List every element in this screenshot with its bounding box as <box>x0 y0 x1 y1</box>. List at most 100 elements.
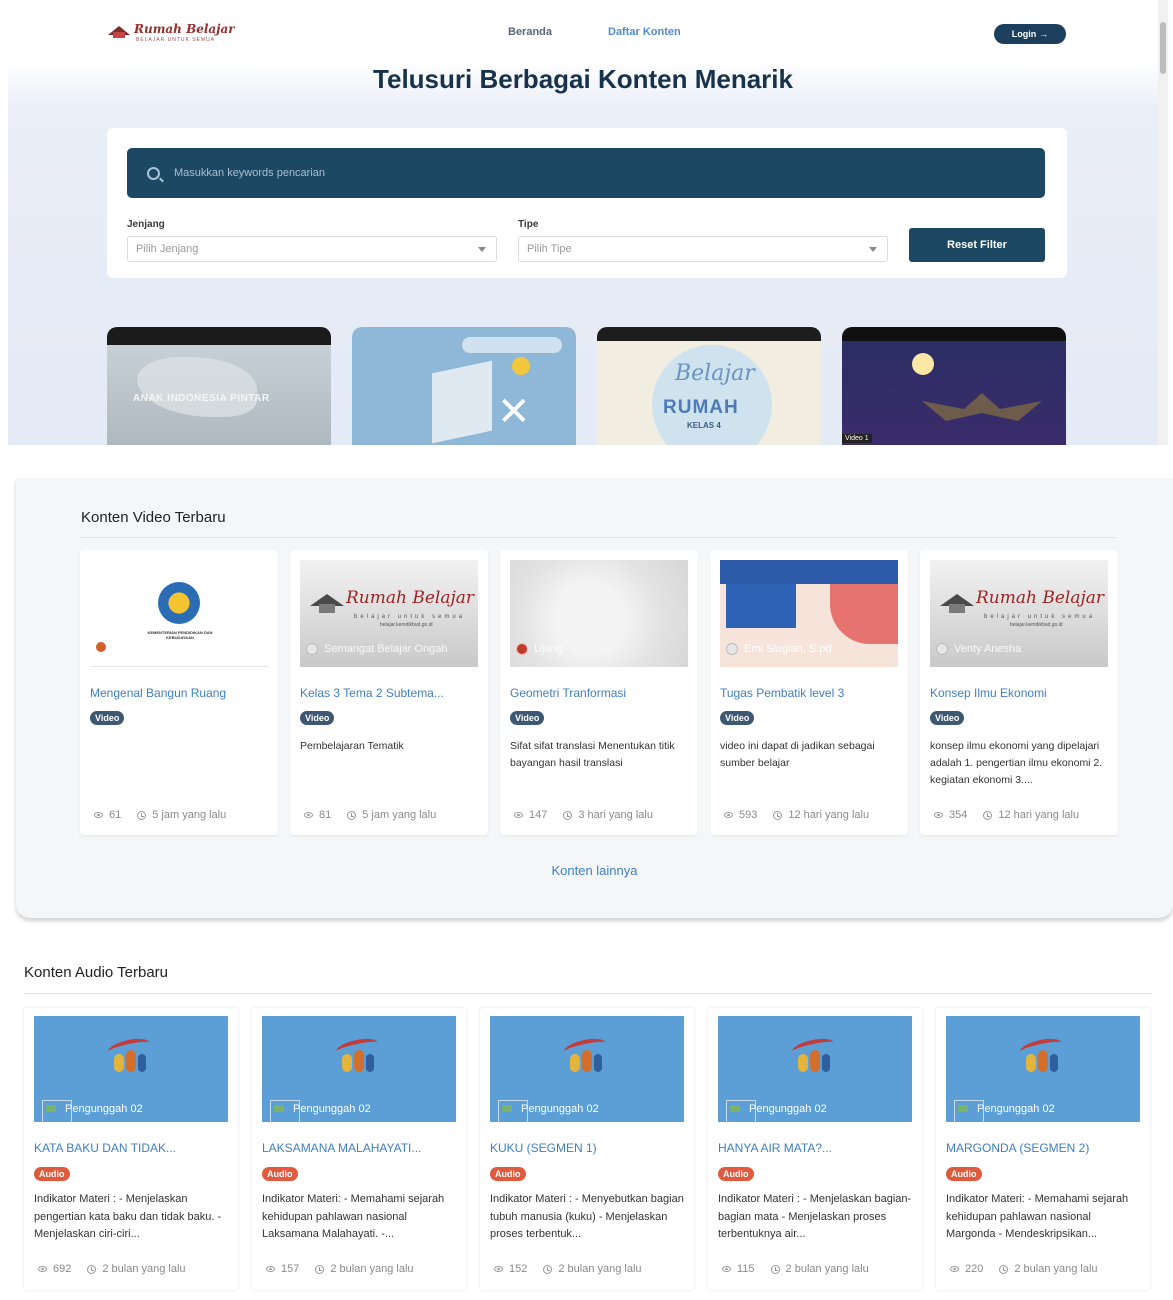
scrollbar[interactable] <box>1158 0 1168 445</box>
clock-icon <box>87 1264 97 1274</box>
tipe-select-value: Pilih Tipe <box>527 243 572 255</box>
login-button[interactable]: Login → <box>994 24 1066 44</box>
audio-meta: 115 2 bulan yang lalu <box>722 1263 869 1275</box>
audio-title[interactable]: LAKSAMANA MALAHAYATI... <box>262 1141 456 1155</box>
video-title[interactable]: Kelas 3 Tema 2 Subtema... <box>300 686 478 700</box>
tipe-label: Tipe <box>518 219 539 230</box>
video-title[interactable]: Konsep Ilmu Ekonomi <box>930 686 1108 700</box>
video-card[interactable]: Emi Siagian, S.pd Tugas Pembatik level 3… <box>710 550 908 835</box>
search-bar[interactable] <box>127 148 1045 198</box>
video-meta: 147 3 hari yang lalu <box>514 809 653 821</box>
page-title: Telusuri Berbagai Konten Menarik <box>373 64 793 94</box>
audio-card[interactable]: Pengunggah 02 KUKU (SEGMEN 1) Audio Indi… <box>480 1008 694 1290</box>
video-card[interactable]: KEMENTERIAN PENDIDIKAN DAN KEBUDAYAAN Me… <box>80 550 278 835</box>
eye-icon <box>724 812 733 818</box>
clock-icon <box>770 1264 780 1274</box>
audio-section-title: Konten Audio Terbaru <box>24 964 169 981</box>
featured-thumbnail-3[interactable]: Belajar RUMAH KELAS 4 <box>597 327 821 445</box>
clock-icon <box>563 810 573 820</box>
audio-thumbnail: Pengunggah 02 <box>718 1016 912 1122</box>
search-input[interactable] <box>174 167 974 179</box>
uploader: Venty Anesha <box>936 643 1021 655</box>
clock-icon <box>347 810 357 820</box>
jenjang-select-value: Pilih Jenjang <box>136 243 199 255</box>
video-description: Pembelajaran Tematik <box>300 740 404 752</box>
tipe-select[interactable]: Pilih Tipe <box>518 236 888 262</box>
scrollbar-thumb[interactable] <box>1160 22 1166 74</box>
browser-viewport: Rumah Belajar BELAJAR UNTUK SEMUA Berand… <box>8 0 1168 445</box>
eye-icon <box>514 812 523 818</box>
house-logo-icon <box>940 592 974 614</box>
divider <box>81 537 1116 538</box>
video-title[interactable]: Geometri Tranformasi <box>510 686 688 700</box>
audio-card[interactable]: Pengunggah 02 HANYA AIR MATA?... Audio I… <box>708 1008 922 1290</box>
timestamp: 3 hari yang lalu <box>578 809 653 821</box>
type-badge: Audio <box>262 1167 298 1181</box>
audio-card[interactable]: Pengunggah 02 LAKSAMANA MALAHAYATI... Au… <box>252 1008 466 1290</box>
featured-thumbnail-2[interactable]: ✕ <box>352 327 576 445</box>
rumah-belajar-logo: Rumah Belajar belajar untuk semua belaja… <box>940 588 1104 628</box>
type-badge: Audio <box>490 1167 526 1181</box>
featured-thumbnail-brand: RUMAH <box>663 397 739 418</box>
featured-thumbnail-4[interactable]: Video 1 <box>842 327 1066 445</box>
clock-icon <box>983 810 993 820</box>
more-content-link[interactable]: Konten lainnya <box>16 863 1173 878</box>
audio-thumbnail: Pengunggah 02 <box>34 1016 228 1122</box>
timestamp: 2 bulan yang lalu <box>330 1263 414 1275</box>
video-thumbnail: Rumah Belajar belajar untuk semua belaja… <box>930 560 1108 667</box>
audio-title[interactable]: KATA BAKU DAN TIDAK... <box>34 1141 228 1155</box>
type-badge: Video <box>90 711 125 725</box>
audio-card[interactable]: Pengunggah 02 MARGONDA (SEGMEN 2) Audio … <box>936 1008 1150 1290</box>
uploader: Semangat Belajar Ongah <box>306 643 448 655</box>
eye-icon <box>38 1266 47 1272</box>
view-count: 593 <box>739 809 758 821</box>
uploader-name: Semangat Belajar Ongah <box>324 643 448 655</box>
music-note-icon <box>512 357 530 375</box>
audio-meta: 220 2 bulan yang lalu <box>950 1263 1098 1275</box>
featured-thumbnail-1[interactable]: ANAK INDONESIA PINTAR <box>107 327 331 445</box>
uploader-name: Pengunggah 02 <box>977 1103 1055 1115</box>
kids-logo-icon <box>1016 1035 1066 1078</box>
video-description: konsep ilmu ekonomi yang dipelajari adal… <box>930 740 1103 786</box>
thumbnail-url: belajar.kemdikbud.go.id <box>380 622 433 628</box>
rumah-belajar-logo: Rumah Belajar belajar untuk semua belaja… <box>310 588 474 628</box>
video-card[interactable]: Rumah Belajar belajar untuk semua belaja… <box>920 550 1118 835</box>
timestamp: 5 jam yang lalu <box>152 809 227 821</box>
type-badge: Video <box>930 711 965 725</box>
video-description: Sifat sifat translasi Menentukan titik b… <box>510 740 675 769</box>
view-count: 61 <box>109 809 122 821</box>
avatar <box>516 643 528 655</box>
chevron-down-icon <box>478 247 486 252</box>
video-card[interactable]: Ujang Geometri Tranformasi Video Sifat s… <box>500 550 698 835</box>
reset-filter-button[interactable]: Reset Filter <box>909 228 1045 262</box>
close-icon: ✕ <box>497 390 531 434</box>
audio-title[interactable]: MARGONDA (SEGMEN 2) <box>946 1141 1140 1155</box>
type-badge: Video <box>300 711 335 725</box>
view-count: 147 <box>529 809 548 821</box>
video-meta: 61 5 jam yang lalu <box>94 809 226 821</box>
featured-thumbnail-text: ANAK INDONESIA PINTAR <box>133 393 270 404</box>
audio-title[interactable]: KUKU (SEGMEN 1) <box>490 1141 684 1155</box>
audio-meta: 157 2 bulan yang lalu <box>266 1263 414 1275</box>
site-logo[interactable]: Rumah Belajar BELAJAR UNTUK SEMUA <box>108 20 235 43</box>
uploader-name: Ujang <box>534 643 563 655</box>
featured-thumbnail-title: Belajar <box>675 361 755 386</box>
slide-shape <box>830 584 898 644</box>
video-title[interactable]: Tugas Pembatik level 3 <box>720 686 898 700</box>
kids-logo-icon <box>104 1035 154 1078</box>
nav-beranda[interactable]: Beranda <box>508 26 552 38</box>
jenjang-select[interactable]: Pilih Jenjang <box>127 236 497 262</box>
nav-daftar-konten[interactable]: Daftar Konten <box>608 26 681 38</box>
eye-icon <box>266 1266 275 1272</box>
timestamp: 2 bulan yang lalu <box>558 1263 642 1275</box>
timestamp: 12 hari yang lalu <box>788 809 870 821</box>
video-title[interactable]: Mengenal Bangun Ruang <box>90 686 268 700</box>
audio-card[interactable]: Pengunggah 02 KATA BAKU DAN TIDAK... Aud… <box>24 1008 238 1290</box>
video-card[interactable]: Rumah Belajar belajar untuk semua belaja… <box>290 550 488 835</box>
featured-thumbnail-class: KELAS 4 <box>687 421 721 430</box>
house-logo-icon <box>108 20 130 38</box>
logo-illustration <box>462 337 562 353</box>
audio-title[interactable]: HANYA AIR MATA?... <box>718 1141 912 1155</box>
avatar <box>96 642 106 652</box>
eye-icon <box>722 1266 731 1272</box>
